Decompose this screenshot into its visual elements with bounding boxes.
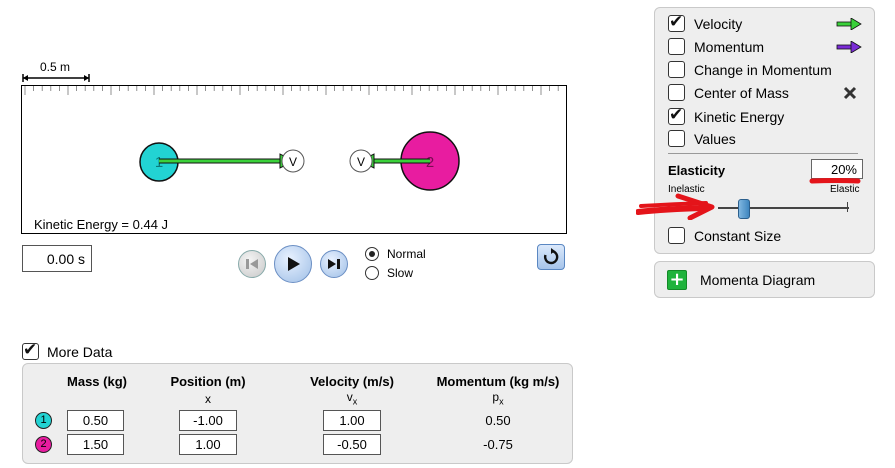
reset-button[interactable] [537,244,565,270]
speed-normal-radio[interactable] [365,247,379,261]
panel-divider [668,153,858,154]
ball-1-velocity-field[interactable]: 1.00 [323,410,381,431]
kinetic-energy-option[interactable]: Kinetic Energy [668,105,785,125]
play-button[interactable] [274,245,312,283]
speed-slow-label: Slow [387,266,414,280]
change-in-momentum-checkbox[interactable] [668,61,685,78]
change-in-momentum-option[interactable]: Change in Momentum [668,61,832,78]
constant-size-option[interactable]: Constant Size [668,227,781,244]
data-table-panel: Mass (kg) Position (m) Velocity (m/s) Mo… [22,363,573,464]
position-subheader: x [205,392,211,406]
red-annotation-marks [636,178,861,220]
momentum-option-label: Momentum [694,38,765,55]
center-of-mass-label: Center of Mass [694,84,789,101]
more-data-label: More Data [47,343,113,360]
velocity-option[interactable]: Velocity [668,12,743,32]
more-data-option[interactable]: More Data [22,340,113,360]
time-readout: 0.00 s [22,245,92,272]
ball-2-momentum-value: -0.75 [483,437,513,452]
reset-icon [543,248,559,265]
ball-2-velocity-handle-label: V [357,155,365,169]
momenta-diagram-panel[interactable]: + Momenta Diagram [654,261,875,298]
momenta-diagram-label: Momenta Diagram [700,272,816,288]
step-back-icon [246,259,258,269]
velocity-checkbox[interactable] [668,12,685,32]
center-of-mass-checkbox[interactable] [668,84,685,101]
kinetic-energy-option-label: Kinetic Energy [694,108,785,125]
expand-plus-icon[interactable]: + [667,270,687,290]
simulation-area[interactable]: 1 V 2 V Kinetic Energy = 0.44 J [21,85,567,234]
values-option[interactable]: Values [668,130,736,147]
scale-label: 0.5 m [40,60,71,74]
play-icon [288,257,300,271]
momentum-checkbox[interactable] [668,38,685,55]
velocity-option-label: Velocity [694,15,743,32]
kinetic-energy-readout: Kinetic Energy = 0.44 J [34,217,169,232]
constant-size-label: Constant Size [694,227,782,244]
velocity-header: Velocity (m/s) [310,374,394,389]
ball-1-velocity-handle[interactable]: V [281,149,305,173]
mass-header: Mass (kg) [67,374,127,389]
velocity-subheader: vx [346,390,358,407]
ball-1-icon: 1 [35,412,52,429]
ball-1-position-field[interactable]: -1.00 [179,410,237,431]
ball-2-velocity-handle[interactable]: V [349,149,373,173]
speed-slow-radio[interactable] [365,266,379,280]
momentum-header: Momentum (kg m/s) [436,374,560,389]
constant-size-checkbox[interactable] [668,227,685,244]
ball-1-velocity-handle-label: V [289,155,297,169]
balls-layer: 1 V 2 V [139,131,460,191]
step-forward-button[interactable] [320,250,348,278]
change-in-momentum-label: Change in Momentum [694,61,832,78]
scale-bar [22,74,90,82]
x-mark-icon [843,86,857,100]
ball-1-velocity-arrow[interactable] [159,153,296,169]
ball-2-icon: 2 [35,436,52,453]
momentum-subheader: px [492,390,504,407]
ball-1-momentum-value: 0.50 [485,413,511,428]
position-header: Position (m) [170,374,246,389]
step-forward-icon [328,259,340,269]
values-checkbox[interactable] [668,130,685,147]
speed-normal-option[interactable]: Normal [365,247,426,261]
purple-arrow-icon [836,41,862,53]
green-arrow-icon [836,18,862,30]
values-option-label: Values [694,130,736,147]
center-of-mass-option[interactable]: Center of Mass [668,84,789,101]
step-back-button[interactable] [238,250,266,278]
speed-normal-label: Normal [387,247,426,261]
kinetic-energy-checkbox[interactable] [668,105,685,125]
ball-2-position-field[interactable]: 1.00 [179,434,237,455]
ball-2-mass-field[interactable]: 1.50 [67,434,124,455]
more-data-checkbox[interactable] [22,340,39,360]
speed-slow-option[interactable]: Slow [365,266,413,280]
momentum-option[interactable]: Momentum [668,38,764,55]
ball-1-mass-field[interactable]: 0.50 [67,410,124,431]
ball-2-velocity-field[interactable]: -0.50 [323,434,381,455]
